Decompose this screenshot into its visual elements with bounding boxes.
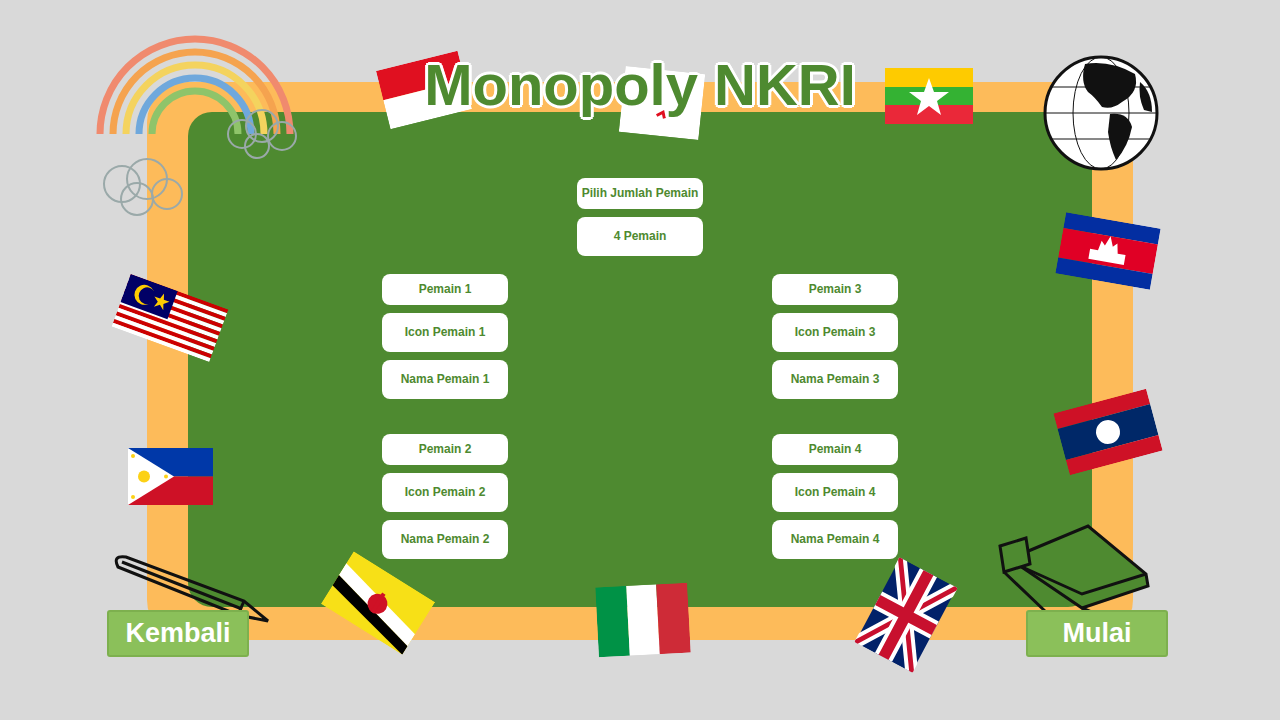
player-icon-button[interactable]: Icon Pemain 2 <box>382 473 508 512</box>
player-count-select[interactable]: 4 Pemain <box>577 217 703 256</box>
back-button[interactable]: Kembali <box>107 610 249 657</box>
player-icon-button[interactable]: Icon Pemain 3 <box>772 313 898 352</box>
player-label[interactable]: Pemain 4 <box>772 434 898 465</box>
player-group: Pemain 4 Icon Pemain 4 Nama Pemain 4 <box>772 434 898 559</box>
player-label[interactable]: Pemain 1 <box>382 274 508 305</box>
start-button[interactable]: Mulai <box>1026 610 1168 657</box>
board-frame: Pilih Jumlah Pemain 4 Pemain Pemain 1 Icon … <box>147 82 1133 640</box>
player-group: Pemain 1 Icon Pemain 1 Nama Pemain 1 <box>382 274 508 399</box>
books-icon <box>996 524 1152 614</box>
globe-icon <box>1040 52 1162 174</box>
setup-screen: Pilih Jumlah Pemain 4 Pemain Pemain 1 Icon … <box>0 0 1280 720</box>
player-icon-button[interactable]: Icon Pemain 4 <box>772 473 898 512</box>
philippines-flag-icon <box>128 448 213 505</box>
player-name-field[interactable]: Nama Pemain 1 <box>382 360 508 399</box>
myanmar-flag-icon <box>885 68 973 124</box>
player-label[interactable]: Pemain 3 <box>772 274 898 305</box>
player-group: Pemain 3 Icon Pemain 3 Nama Pemain 3 <box>772 274 898 399</box>
italy-flag-icon <box>595 583 691 658</box>
chalkboard: Pilih Jumlah Pemain 4 Pemain Pemain 1 Icon … <box>188 112 1092 607</box>
player-label[interactable]: Pemain 2 <box>382 434 508 465</box>
player-icon-button[interactable]: Icon Pemain 1 <box>382 313 508 352</box>
player-name-field[interactable]: Nama Pemain 2 <box>382 520 508 559</box>
player-name-field[interactable]: Nama Pemain 3 <box>772 360 898 399</box>
player-group: Pemain 2 Icon Pemain 2 Nama Pemain 2 <box>382 434 508 559</box>
player-name-field[interactable]: Nama Pemain 4 <box>772 520 898 559</box>
player-count-label[interactable]: Pilih Jumlah Pemain <box>577 178 703 209</box>
rainbow-icon <box>92 14 307 224</box>
